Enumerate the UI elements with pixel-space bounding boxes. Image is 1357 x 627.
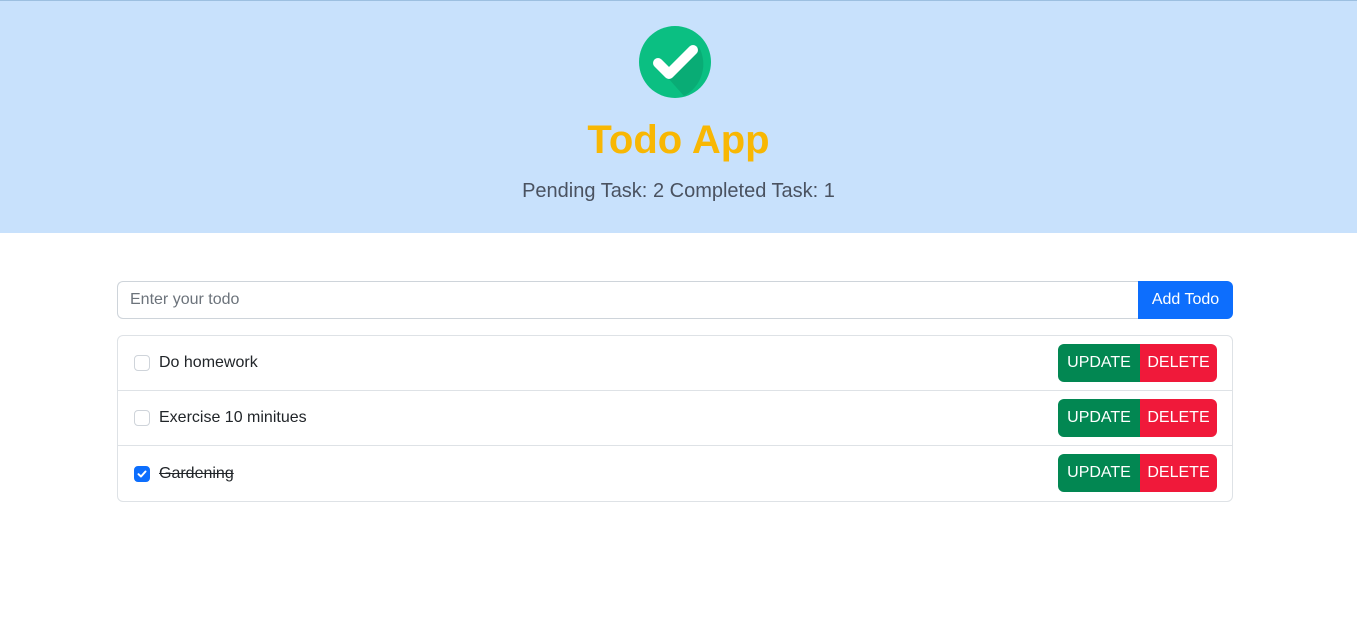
header-banner: Todo App Pending Task: 2 Completed Task:… xyxy=(0,0,1357,233)
todo-item: Do homework UPDATE DELETE xyxy=(118,336,1232,391)
todo-actions: UPDATE DELETE xyxy=(1058,344,1217,382)
todo-actions: UPDATE DELETE xyxy=(1058,454,1217,492)
pending-label: Pending Task: xyxy=(522,180,648,202)
add-todo-button[interactable]: Add Todo xyxy=(1138,281,1233,319)
app-title: Todo App xyxy=(587,118,770,162)
todo-checkbox[interactable] xyxy=(134,465,150,482)
delete-button[interactable]: DELETE xyxy=(1140,399,1217,437)
update-button[interactable]: UPDATE xyxy=(1058,454,1140,492)
completed-count: 1 xyxy=(823,180,835,202)
add-todo-form: Add Todo xyxy=(117,281,1233,319)
todo-actions: UPDATE DELETE xyxy=(1058,399,1217,437)
todo-checkbox[interactable] xyxy=(134,410,150,426)
todo-checkbox[interactable] xyxy=(134,355,150,371)
delete-button[interactable]: DELETE xyxy=(1140,344,1217,382)
task-stats: Pending Task: 2 Completed Task: 1 xyxy=(0,179,1357,203)
todo-text: Gardening xyxy=(159,464,234,482)
delete-button[interactable]: DELETE xyxy=(1140,454,1217,492)
check-icon xyxy=(137,470,147,477)
completed-label: Completed Task: xyxy=(669,180,819,202)
todo-text: Exercise 10 minitues xyxy=(159,409,307,426)
todo-list: Do homework UPDATE DELETE Exercise 10 mi… xyxy=(117,335,1233,502)
todo-item: Gardening UPDATE DELETE xyxy=(118,446,1232,501)
todo-item: Exercise 10 minitues UPDATE DELETE xyxy=(118,391,1232,446)
check-circle-icon xyxy=(639,26,711,98)
todo-text: Do homework xyxy=(159,354,258,371)
update-button[interactable]: UPDATE xyxy=(1058,399,1140,437)
update-button[interactable]: UPDATE xyxy=(1058,344,1140,382)
todo-input[interactable] xyxy=(117,281,1138,319)
pending-count: 2 xyxy=(652,180,665,202)
